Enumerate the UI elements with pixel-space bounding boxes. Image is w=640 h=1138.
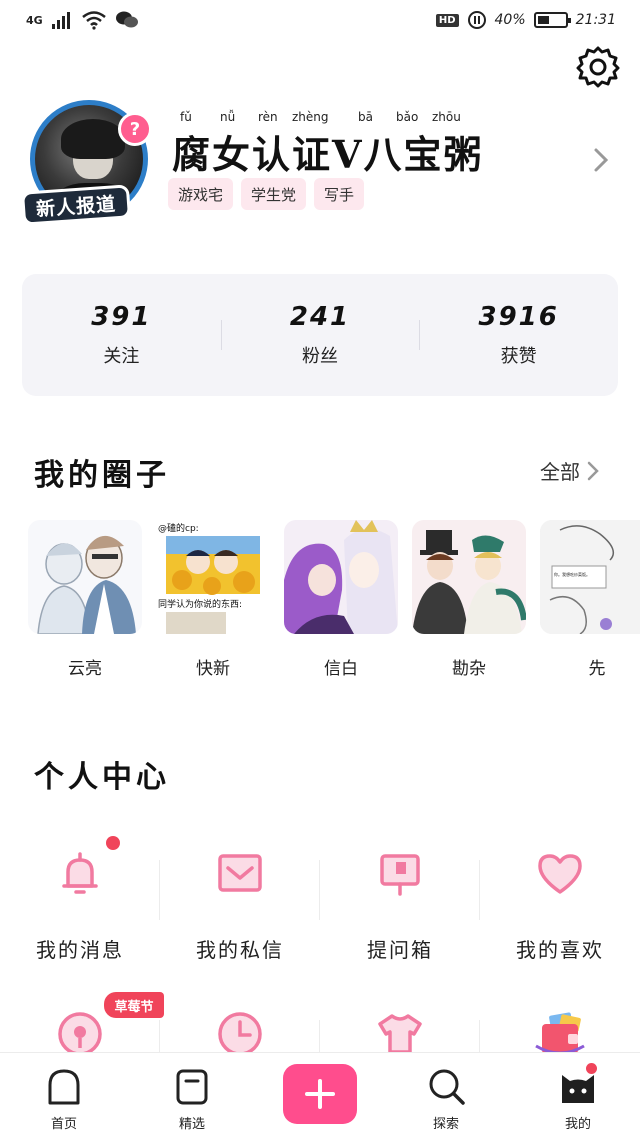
stats-card: 391 关注 241 粉丝 3916 获赞: [22, 274, 618, 396]
stat-value: 3916: [478, 302, 559, 332]
mail-icon: [214, 848, 266, 900]
profile-detail-button[interactable]: [590, 145, 614, 175]
settings-button[interactable]: [576, 44, 620, 88]
personal-center-title: 个人中心: [34, 760, 170, 795]
stat-likes[interactable]: 3916 获赞: [419, 274, 618, 396]
nav-label: 探索: [432, 1117, 459, 1132]
circle-label: 勘杂: [452, 659, 486, 679]
signal-icon: [51, 12, 70, 29]
network-type: 4G: [26, 13, 43, 27]
circle-item[interactable]: @磕的cp: 同学认为你说的东西: 快新: [156, 520, 270, 679]
status-right: HD 40% 21:31: [435, 10, 616, 30]
my-messages-button[interactable]: 我的消息: [0, 830, 160, 962]
promo-tag: 草莓节: [104, 992, 164, 1018]
nav-label: 精选: [178, 1117, 205, 1132]
heart-icon: [534, 848, 586, 900]
circles-list: 云亮 @磕的cp: 同学认为你说的东西: 快新 信白 勘杂 你。我想吃炒菜饭。 …: [28, 520, 640, 680]
stat-value: 391: [91, 302, 152, 332]
battery-icon: [533, 12, 571, 28]
stat-label: 获赞: [500, 346, 537, 367]
avatar[interactable]: ? 新人报道: [20, 100, 152, 228]
stat-value: 241: [289, 302, 351, 332]
nav-home[interactable]: 首页: [14, 1053, 114, 1138]
grid-label: 我的私信: [196, 938, 284, 962]
tag-game[interactable]: 游戏宅: [168, 178, 234, 210]
publish-button[interactable]: [283, 1064, 357, 1124]
hd-badge: HD: [435, 13, 459, 27]
mailbox-icon: [374, 848, 426, 900]
tag-writer[interactable]: 写手: [314, 178, 365, 210]
circle-thumbnail: 你。我想吃炒菜饭。: [540, 520, 640, 634]
bookmark-icon: [172, 1067, 212, 1107]
data-saver-icon: [467, 11, 486, 29]
my-likes-button[interactable]: 我的喜欢: [480, 830, 640, 962]
status-bar: 4G HD 40% 21:31: [0, 0, 640, 44]
search-icon: [426, 1067, 466, 1107]
chevron-right-icon: [594, 148, 609, 172]
nav-mine[interactable]: 我的: [528, 1053, 628, 1138]
circle-thumbnail: [284, 520, 398, 634]
grid-label: 我的消息: [36, 938, 124, 962]
circles-section-title: 我的圈子: [34, 458, 170, 493]
wifi-icon: [81, 11, 106, 30]
wechat-icon: [115, 11, 138, 28]
thumb-caption: 同学认为你说的东西:: [158, 600, 243, 610]
question-box-button[interactable]: 提问箱: [320, 830, 480, 962]
circle-thumbnail: @磕的cp: 同学认为你说的东西:: [156, 520, 270, 634]
stat-label: 粉丝: [302, 346, 338, 367]
notification-dot: [106, 836, 120, 850]
battery-percent: 40%: [494, 12, 526, 28]
chevron-right-icon: [587, 461, 599, 480]
status-left: 4G: [26, 10, 139, 30]
cat-face-icon: [558, 1063, 598, 1107]
username: 腐女认证V八宝粥: [172, 132, 484, 177]
profile-tags: 游戏宅 学生党 写手: [168, 178, 365, 210]
circle-label: 云亮: [68, 659, 102, 679]
newcomer-badge: 新人报道: [20, 184, 132, 226]
circle-label: 先: [588, 659, 606, 679]
notification-dot: [586, 1063, 597, 1074]
circle-thumbnail: [412, 520, 526, 634]
see-all-label: 全部: [540, 460, 580, 484]
nav-featured[interactable]: 精选: [142, 1053, 242, 1138]
circle-label: 信白: [324, 659, 358, 679]
thumb-caption: @磕的cp:: [158, 524, 199, 534]
circle-item[interactable]: 信白: [284, 520, 398, 679]
circle-thumbnail: [28, 520, 142, 634]
nav-label: 我的: [564, 1117, 591, 1132]
grid-label: 我的喜欢: [516, 938, 604, 962]
home-icon: [44, 1067, 84, 1107]
nav-explore[interactable]: 探索: [396, 1053, 496, 1138]
thumb-caption: 你。我想吃炒菜饭。: [554, 572, 590, 577]
clock-time: 21:31: [575, 12, 616, 28]
question-badge: ?: [118, 112, 152, 146]
circle-item[interactable]: 勘杂: [412, 520, 526, 679]
grid-label: 提问箱: [367, 938, 433, 962]
see-all-circles-button[interactable]: 全部: [540, 456, 600, 485]
stat-label: 关注: [103, 346, 140, 367]
gear-icon: [576, 46, 620, 88]
circle-item[interactable]: 你。我想吃炒菜饭。 先: [540, 520, 640, 679]
nav-label: 首页: [50, 1117, 77, 1132]
bell-icon: [54, 836, 120, 900]
my-private-messages-button[interactable]: 我的私信: [160, 830, 320, 962]
tag-student[interactable]: 学生党: [241, 178, 307, 210]
plus-icon: [305, 1079, 335, 1109]
circle-item[interactable]: 云亮: [28, 520, 142, 679]
stat-following[interactable]: 391 关注: [22, 274, 221, 396]
stat-followers[interactable]: 241 粉丝: [220, 274, 420, 396]
circle-label: 快新: [196, 659, 230, 679]
